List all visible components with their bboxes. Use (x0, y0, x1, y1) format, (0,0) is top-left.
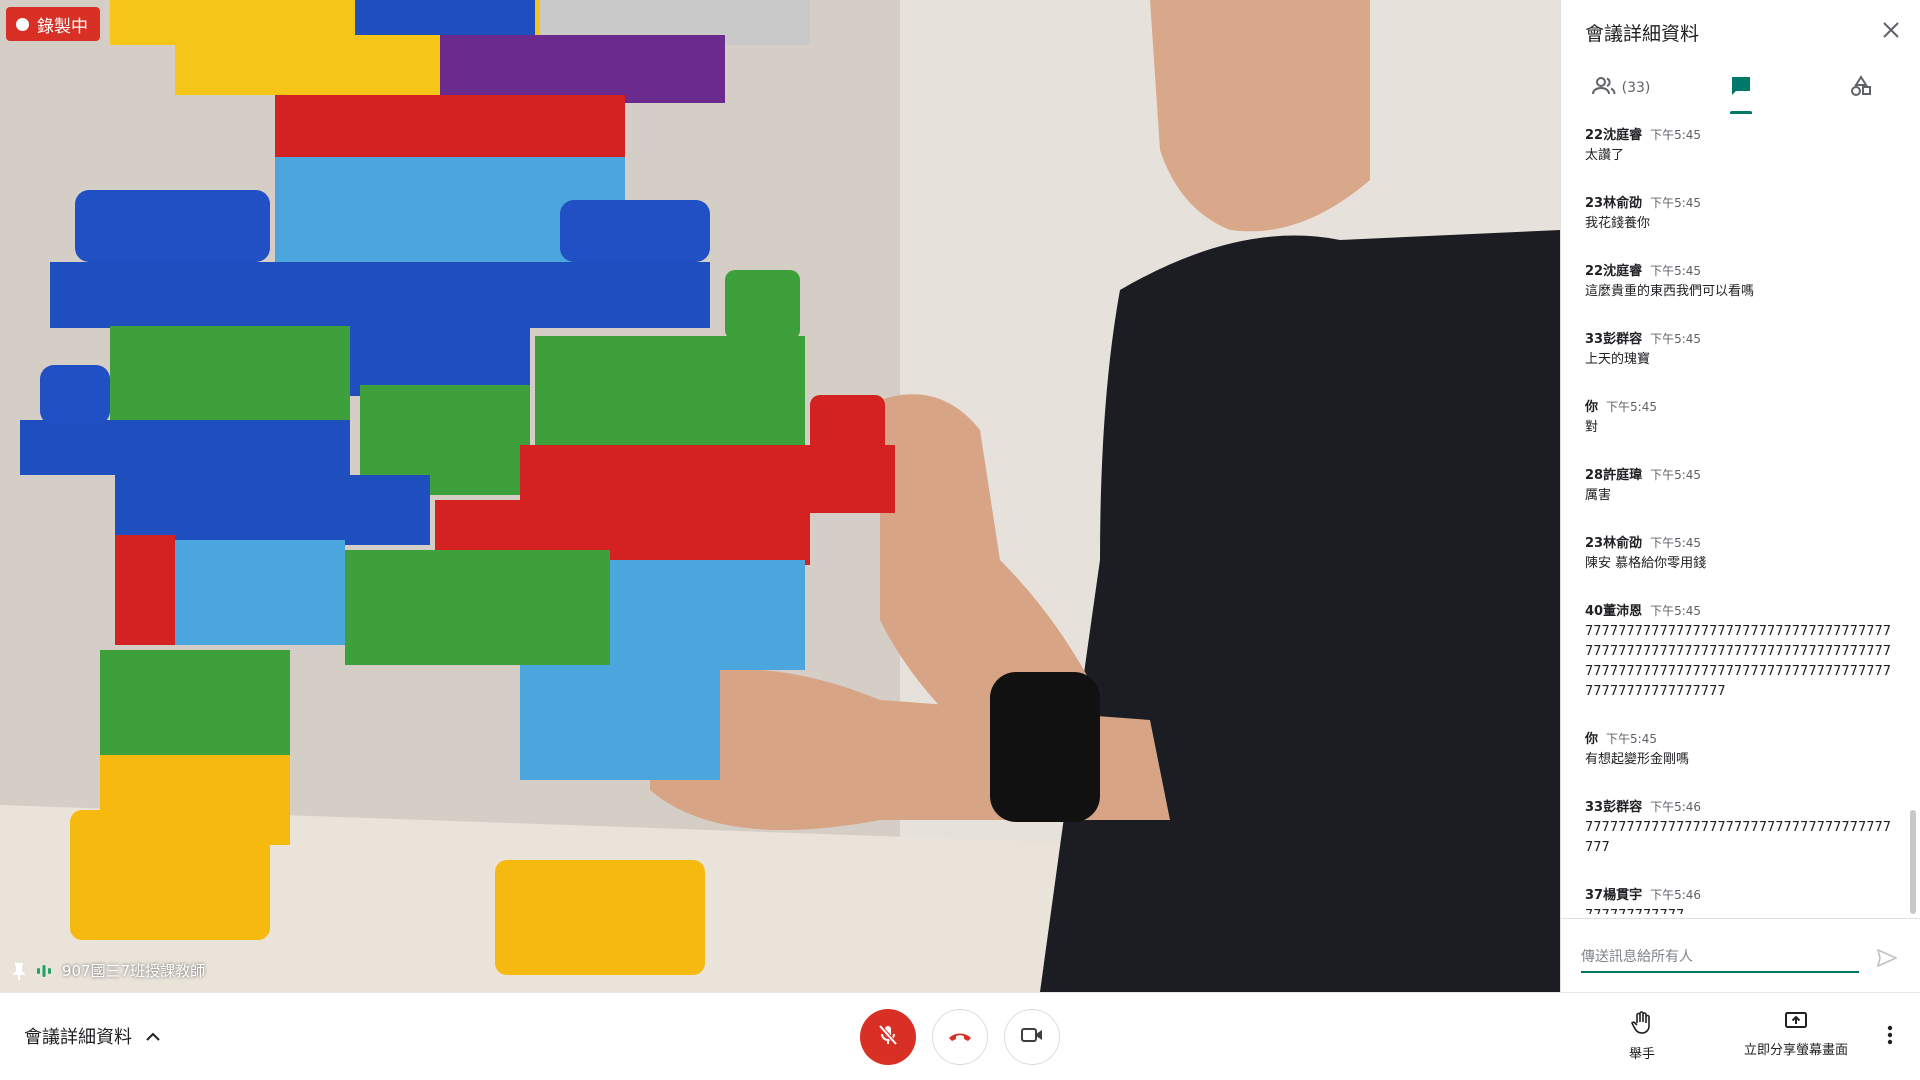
recording-label: 錄製中 (37, 16, 88, 37)
message-sender: 你 (1585, 400, 1599, 415)
message-time: 下午5:45 (1606, 400, 1657, 414)
present-now-button[interactable]: 立即分享螢幕畫面 (1726, 1011, 1866, 1058)
message-text: 上天的瑰寶 (1585, 352, 1651, 367)
chat-message: 22沈庭睿 下午5:45 這麼貴重的東西我們可以看嗎 (1561, 260, 1920, 302)
message-sender: 23林俞劭 (1585, 196, 1643, 211)
chat-message: 23林俞劭 下午5:45 陳安 慕格給你零用錢 (1561, 532, 1920, 574)
message-sender: 你 (1585, 732, 1599, 747)
people-icon (1591, 76, 1616, 100)
message-sender: 33彭群容 (1585, 332, 1643, 347)
record-dot-icon (16, 17, 29, 31)
more-vert-icon (1887, 1025, 1893, 1049)
chat-icon (1730, 75, 1752, 101)
chat-scrollbar[interactable] (1910, 810, 1916, 914)
participant-name-tag: 907國三7班授課教師 (12, 960, 205, 981)
message-time: 下午5:45 (1606, 732, 1657, 746)
message-time: 下午5:45 (1650, 264, 1702, 278)
message-sender: 40董沛恩 (1585, 604, 1643, 619)
shapes-icon (1850, 75, 1872, 101)
message-time: 下午5:46 (1650, 888, 1702, 902)
message-text: 厲害 (1585, 488, 1612, 503)
recording-badge: 錄製中 (6, 7, 100, 41)
present-screen-icon (1784, 1011, 1808, 1035)
message-text: 777777777777 (1585, 906, 1897, 914)
people-tab[interactable]: (33) (1561, 62, 1681, 114)
message-time: 下午5:45 (1650, 196, 1702, 210)
panel-tabs: (33) (1561, 62, 1920, 114)
message-sender: 23林俞劭 (1585, 536, 1643, 551)
message-time: 下午5:45 (1650, 468, 1702, 482)
message-sender: 22沈庭睿 (1585, 128, 1643, 143)
send-icon (1876, 948, 1898, 971)
message-sender: 28許庭瑋 (1585, 468, 1643, 483)
chat-message: 40董沛恩 下午5:45 7777777777777777777777777777… (1561, 600, 1920, 702)
message-text: 7777777777777777777777777777777777777777… (1585, 624, 1892, 699)
present-now-label: 立即分享螢幕畫面 (1743, 1043, 1848, 1058)
chat-composer (1561, 918, 1920, 992)
message-time: 下午5:45 (1650, 604, 1702, 618)
participant-name: 907國三7班授課教師 (62, 962, 206, 980)
video-stage: 錄製中 907國三7班授課教師 (0, 0, 1560, 992)
message-time: 下午5:45 (1650, 332, 1702, 346)
chat-message-input[interactable] (1581, 943, 1859, 973)
meet-app: 錄製中 907國三7班授課教師 會議詳細資料 (33) 22沈庭睿 下午5:45… (0, 0, 1920, 1080)
message-time: 下午5:45 (1650, 536, 1702, 550)
meeting-details-button[interactable]: 會議詳細資料 (24, 1023, 160, 1049)
audio-level-icon (36, 964, 52, 978)
message-sender: 37楊貫宇 (1585, 888, 1643, 903)
close-icon (1882, 21, 1900, 43)
video-feed (0, 0, 1560, 992)
videocam-icon (1020, 1026, 1044, 1048)
chat-tab[interactable] (1681, 62, 1801, 114)
chevron-up-icon (146, 1026, 160, 1047)
message-text: 7777777777777777777777777777777777777777 (1585, 820, 1892, 855)
camera-toggle-button[interactable] (1004, 1009, 1060, 1065)
leave-call-button[interactable] (932, 1009, 988, 1065)
close-panel-button[interactable] (1877, 18, 1905, 46)
pin-icon[interactable] (12, 962, 26, 980)
message-text: 陳安 慕格給你零用錢 (1585, 556, 1707, 571)
message-text: 有想起變形金剛嗎 (1585, 752, 1690, 767)
send-message-button[interactable] (1876, 948, 1898, 971)
chat-message: 你下午5:45 有想起變形金剛嗎 (1561, 728, 1920, 770)
message-time: 下午5:45 (1650, 128, 1702, 142)
message-time: 下午5:46 (1650, 800, 1702, 814)
bottom-control-bar: 會議詳細資料 舉手 立即分享螢幕畫面 (0, 992, 1920, 1080)
message-text: 太讚了 (1585, 148, 1625, 163)
meeting-details-panel: 會議詳細資料 (33) 22沈庭睿 下午5:45 太讚了 23林俞劭 下午5:4… (1560, 0, 1920, 992)
message-text: 我花錢養你 (1585, 216, 1651, 231)
more-options-button[interactable] (1880, 1023, 1900, 1051)
message-text: 對 (1585, 420, 1599, 435)
chat-message: 33彭群容 下午5:46 7777777777777777777777777777… (1561, 796, 1920, 858)
chat-message: 22沈庭睿 下午5:45 太讚了 (1561, 124, 1920, 166)
panel-title: 會議詳細資料 (1585, 23, 1700, 45)
raise-hand-label: 舉手 (1628, 1047, 1655, 1062)
microphone-toggle-button[interactable] (860, 1009, 916, 1065)
chat-message: 33彭群容 下午5:45 上天的瑰寶 (1561, 328, 1920, 370)
raise-hand-button[interactable]: 舉手 (1620, 1011, 1664, 1062)
message-sender: 33彭群容 (1585, 800, 1643, 815)
chat-message: 你下午5:45 對 (1561, 396, 1920, 438)
hang-up-icon (947, 1028, 973, 1047)
mic-off-icon (876, 1023, 900, 1051)
chat-message: 23林俞劭 下午5:45 我花錢養你 (1561, 192, 1920, 234)
panel-header: 會議詳細資料 (1561, 0, 1920, 62)
chat-message: 37楊貫宇下午5:46 777777777777 (1561, 884, 1920, 914)
activities-tab[interactable] (1801, 62, 1920, 114)
message-text: 這麼貴重的東西我們可以看嗎 (1585, 284, 1755, 299)
participant-count: (33) (1621, 80, 1651, 96)
chat-message-list[interactable]: 22沈庭睿 下午5:45 太讚了 23林俞劭 下午5:45 我花錢養你 22沈庭睿下… (1561, 124, 1920, 914)
meeting-details-label: 會議詳細資料 (24, 1027, 132, 1048)
chat-message: 28許庭瑋 下午5:45 厲害 (1561, 464, 1920, 506)
message-sender: 22沈庭睿 (1585, 264, 1643, 279)
hand-icon (1631, 1011, 1653, 1039)
